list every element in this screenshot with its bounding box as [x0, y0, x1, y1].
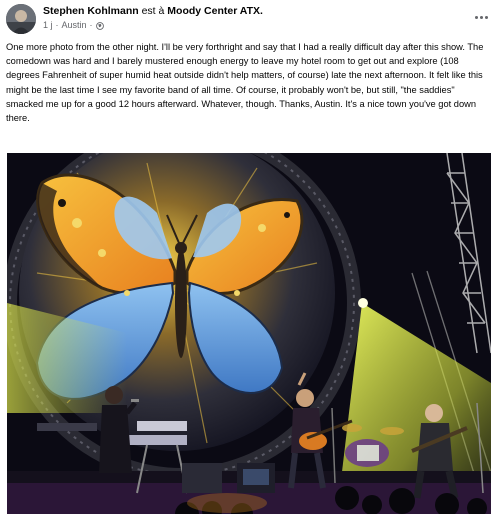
- checkin-verb: est à: [138, 5, 168, 17]
- avatar[interactable]: [6, 4, 36, 34]
- author-line: Stephen Kohlmann est à Moody Center ATX.: [43, 5, 263, 18]
- concert-photo[interactable]: [7, 153, 491, 514]
- post-time[interactable]: 1 j: [43, 19, 53, 31]
- more-options-icon[interactable]: [472, 10, 490, 24]
- author-name[interactable]: Stephen Kohlmann: [43, 5, 139, 17]
- separator: ·: [89, 20, 93, 30]
- post-meta: Stephen Kohlmann est à Moody Center ATX.…: [43, 4, 263, 31]
- checkin-place[interactable]: Moody Center ATX.: [167, 5, 263, 17]
- dot: [479, 15, 483, 19]
- facebook-post: Stephen Kohlmann est à Moody Center ATX.…: [0, 0, 498, 514]
- separator: ·: [55, 20, 59, 30]
- post-header: Stephen Kohlmann est à Moody Center ATX.…: [6, 4, 492, 34]
- post-subline: 1 j · Austin ·: [43, 19, 263, 31]
- globe-icon: [95, 21, 104, 30]
- post-location[interactable]: Austin: [62, 19, 87, 31]
- dot: [474, 15, 478, 19]
- dot: [484, 15, 488, 19]
- post-text: One more photo from the other night. I'l…: [6, 42, 484, 124]
